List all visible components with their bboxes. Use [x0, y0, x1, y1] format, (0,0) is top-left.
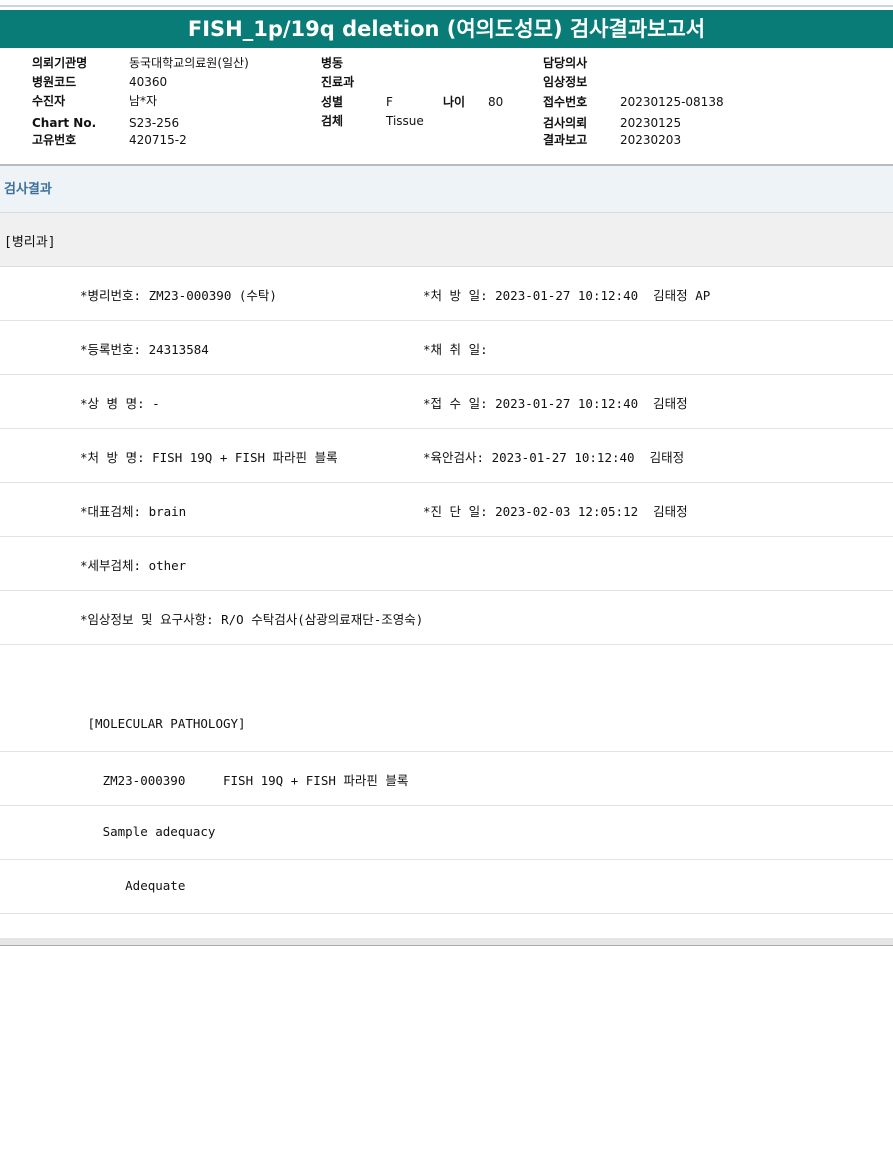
table-row: Adequate [0, 860, 893, 914]
institution-value: 동국대학교의료원(일산) [129, 56, 249, 70]
row-right-text: *처 방 일: 2023-01-27 10:12:40 김태정 AP [423, 288, 711, 303]
table-row: *상 병 명: - *접 수 일: 2023-01-27 10:12:40 김태… [0, 375, 893, 429]
table-row: *세부검체: other [0, 537, 893, 591]
chart-no-label: Chart No. [32, 116, 97, 130]
age-label: 나이 [443, 95, 466, 109]
patient-value: 남*자 [129, 94, 158, 108]
table-row: *임상정보 및 요구사항: R/O 수탁검사(삼광의료재단-조영숙) [0, 591, 893, 645]
request-date-label: 검사의뢰 [543, 116, 588, 130]
chart-no-value: S23-256 [129, 116, 180, 130]
table-row: *등록번호: 24313584 *채 취 일: [0, 321, 893, 375]
row-right-text: *채 취 일: [423, 342, 488, 357]
row-left-text: *임상정보 및 요구사항: R/O 수탁검사(삼광의료재단-조영숙) [80, 612, 424, 627]
patient-label: 수진자 [32, 94, 66, 108]
clinical-info-label: 임상정보 [543, 75, 588, 89]
hospital-code-label: 병원코드 [32, 75, 77, 89]
bottom-scroll-edge [0, 938, 893, 946]
table-row: Sample adequacy [0, 806, 893, 860]
report-title: FISH_1p/19q deletion (여의도성모) 검사결과보고서 [0, 10, 893, 48]
sex-value: F [386, 95, 393, 109]
row-left-text: *상 병 명: - [80, 396, 160, 411]
row-left-text: [MOLECULAR PATHOLOGY] [80, 716, 246, 731]
age-value: 80 [488, 95, 504, 109]
table-row: [MOLECULAR PATHOLOGY] [0, 698, 893, 752]
row-left-text: Sample adequacy [80, 824, 216, 839]
row-left-text: ZM23-000390 FISH 19Q + FISH 파라핀 블록 [80, 773, 409, 788]
row-left-text: *병리번호: ZM23-000390 (수탁) [80, 288, 277, 303]
table-row: ZM23-000390 FISH 19Q + FISH 파라핀 블록 [0, 752, 893, 806]
table-row: *대표검체: brain *진 단 일: 2023-02-03 12:05:12… [0, 483, 893, 537]
specimen-value: Tissue [386, 114, 424, 128]
hospital-code-value: 40360 [129, 75, 168, 89]
row-right-text: *육안검사: 2023-01-27 10:12:40 김태정 [423, 450, 685, 465]
doctor-label: 담당의사 [543, 56, 588, 70]
ward-label: 병동 [321, 56, 344, 70]
institution-label: 의뢰기관명 [32, 56, 88, 70]
row-right-text: *접 수 일: 2023-01-27 10:12:40 김태정 [423, 396, 688, 411]
row-left-text: *등록번호: 24313584 [80, 342, 209, 357]
report-date-value: 20230203 [620, 133, 682, 147]
sex-label: 성별 [321, 95, 344, 109]
department-label-text: [병리과] [4, 235, 56, 250]
department-label: 진료과 [321, 75, 355, 89]
row-right-text: *진 단 일: 2023-02-03 12:05:12 김태정 [423, 504, 688, 519]
receipt-no-label: 접수번호 [543, 95, 588, 109]
row-left-text: Adequate [80, 878, 186, 893]
specimen-label: 검체 [321, 114, 344, 128]
results-section-header: 검사결과 [0, 166, 893, 213]
top-rule [0, 5, 893, 7]
table-row: *병리번호: ZM23-000390 (수탁) *처 방 일: 2023-01-… [0, 267, 893, 321]
table-row: *처 방 명: FISH 19Q + FISH 파라핀 블록 *육안검사: 20… [0, 429, 893, 483]
row-left-text: *처 방 명: FISH 19Q + FISH 파라핀 블록 [80, 450, 338, 465]
table-row [0, 645, 893, 699]
unique-no-value: 420715-2 [129, 133, 187, 147]
row-left-text: *세부검체: other [80, 558, 187, 573]
receipt-no-value: 20230125-08138 [620, 95, 724, 109]
results-section-title: 검사결과 [4, 182, 52, 197]
department-row: [병리과] [0, 213, 893, 267]
report-date-label: 결과보고 [543, 133, 588, 147]
request-date-value: 20230125 [620, 116, 682, 130]
unique-no-label: 고유번호 [32, 133, 77, 147]
row-left-text: *대표검체: brain [80, 504, 187, 519]
